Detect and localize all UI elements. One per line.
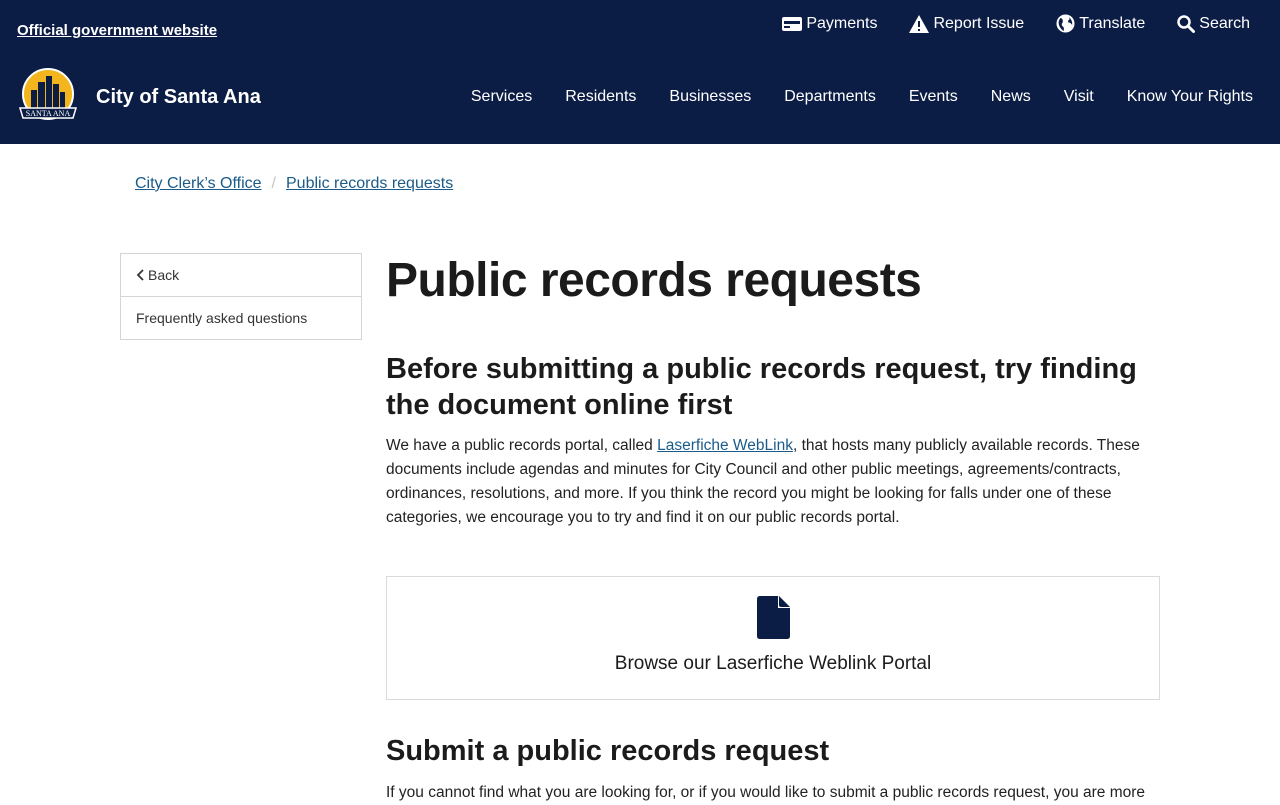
nav-news[interactable]: News	[991, 88, 1031, 106]
city-seal-logo: SANTA ANA	[18, 68, 78, 120]
breadcrumb: City Clerk’s Office / Public records req…	[135, 175, 453, 193]
breadcrumb-city-clerk[interactable]: City Clerk’s Office	[135, 175, 262, 193]
section-heading-find-online: Before submitting a public records reque…	[386, 353, 1137, 421]
search-label: Search	[1199, 14, 1250, 32]
chevron-left-icon	[136, 269, 144, 281]
section-paragraph-find-online: We have a public records portal, called …	[386, 434, 1160, 530]
laserfiche-portal-card[interactable]: Browse our Laserfiche Weblink Portal	[386, 576, 1160, 700]
search-link[interactable]: Search	[1177, 14, 1250, 33]
report-issue-link[interactable]: Report Issue	[909, 14, 1024, 33]
sidebar-back-label: Back	[148, 267, 180, 283]
page-title: Public records requests	[386, 254, 922, 307]
nav-know-your-rights[interactable]: Know Your Rights	[1127, 88, 1253, 106]
globe-icon	[1056, 14, 1075, 33]
section-heading-submit-request: Submit a public records request	[386, 735, 830, 767]
document-icon	[756, 596, 790, 639]
sidebar-item-label: Frequently asked questions	[136, 310, 308, 326]
laserfiche-weblink-link[interactable]: Laserfiche WebLink	[657, 437, 793, 454]
svg-text:SANTA ANA: SANTA ANA	[26, 109, 71, 118]
main-content: Public records requests Before submittin…	[386, 253, 1160, 805]
sidebar-nav: Back Frequently asked questions	[120, 253, 362, 340]
sidebar-item-faq[interactable]: Frequently asked questions	[121, 296, 361, 339]
section-paragraph-submit-request: If you cannot find what you are looking …	[386, 784, 1146, 801]
main-nav: Services Residents Businesses Department…	[471, 88, 1253, 106]
nav-businesses[interactable]: Businesses	[669, 88, 751, 106]
nav-visit[interactable]: Visit	[1064, 88, 1094, 106]
warning-icon	[909, 14, 930, 33]
breadcrumb-public-records[interactable]: Public records requests	[286, 175, 453, 193]
translate-label: Translate	[1079, 14, 1146, 32]
site-brand[interactable]: SANTA ANA City of Santa Ana	[17, 68, 261, 126]
search-icon	[1177, 14, 1196, 33]
nav-residents[interactable]: Residents	[565, 88, 636, 106]
credit-card-icon	[782, 16, 803, 31]
payments-link[interactable]: Payments	[782, 14, 877, 33]
translate-link[interactable]: Translate	[1056, 14, 1145, 33]
nav-events[interactable]: Events	[909, 88, 958, 106]
payments-label: Payments	[806, 14, 878, 32]
nav-services[interactable]: Services	[471, 88, 532, 106]
official-government-link[interactable]: Official government website	[17, 22, 217, 39]
site-header: Official government website Payments Rep…	[0, 0, 1280, 144]
breadcrumb-separator: /	[271, 175, 276, 192]
sidebar-back-link[interactable]: Back	[121, 254, 361, 296]
card-label: Browse our Laserfiche Weblink Portal	[614, 653, 932, 674]
paragraph-text-before: We have a public records portal, called	[386, 437, 658, 454]
city-name: City of Santa Ana	[96, 85, 261, 108]
report-issue-label: Report Issue	[933, 14, 1025, 32]
utility-nav: Payments Report Issue Translate Search	[782, 14, 1250, 33]
nav-departments[interactable]: Departments	[784, 88, 876, 106]
